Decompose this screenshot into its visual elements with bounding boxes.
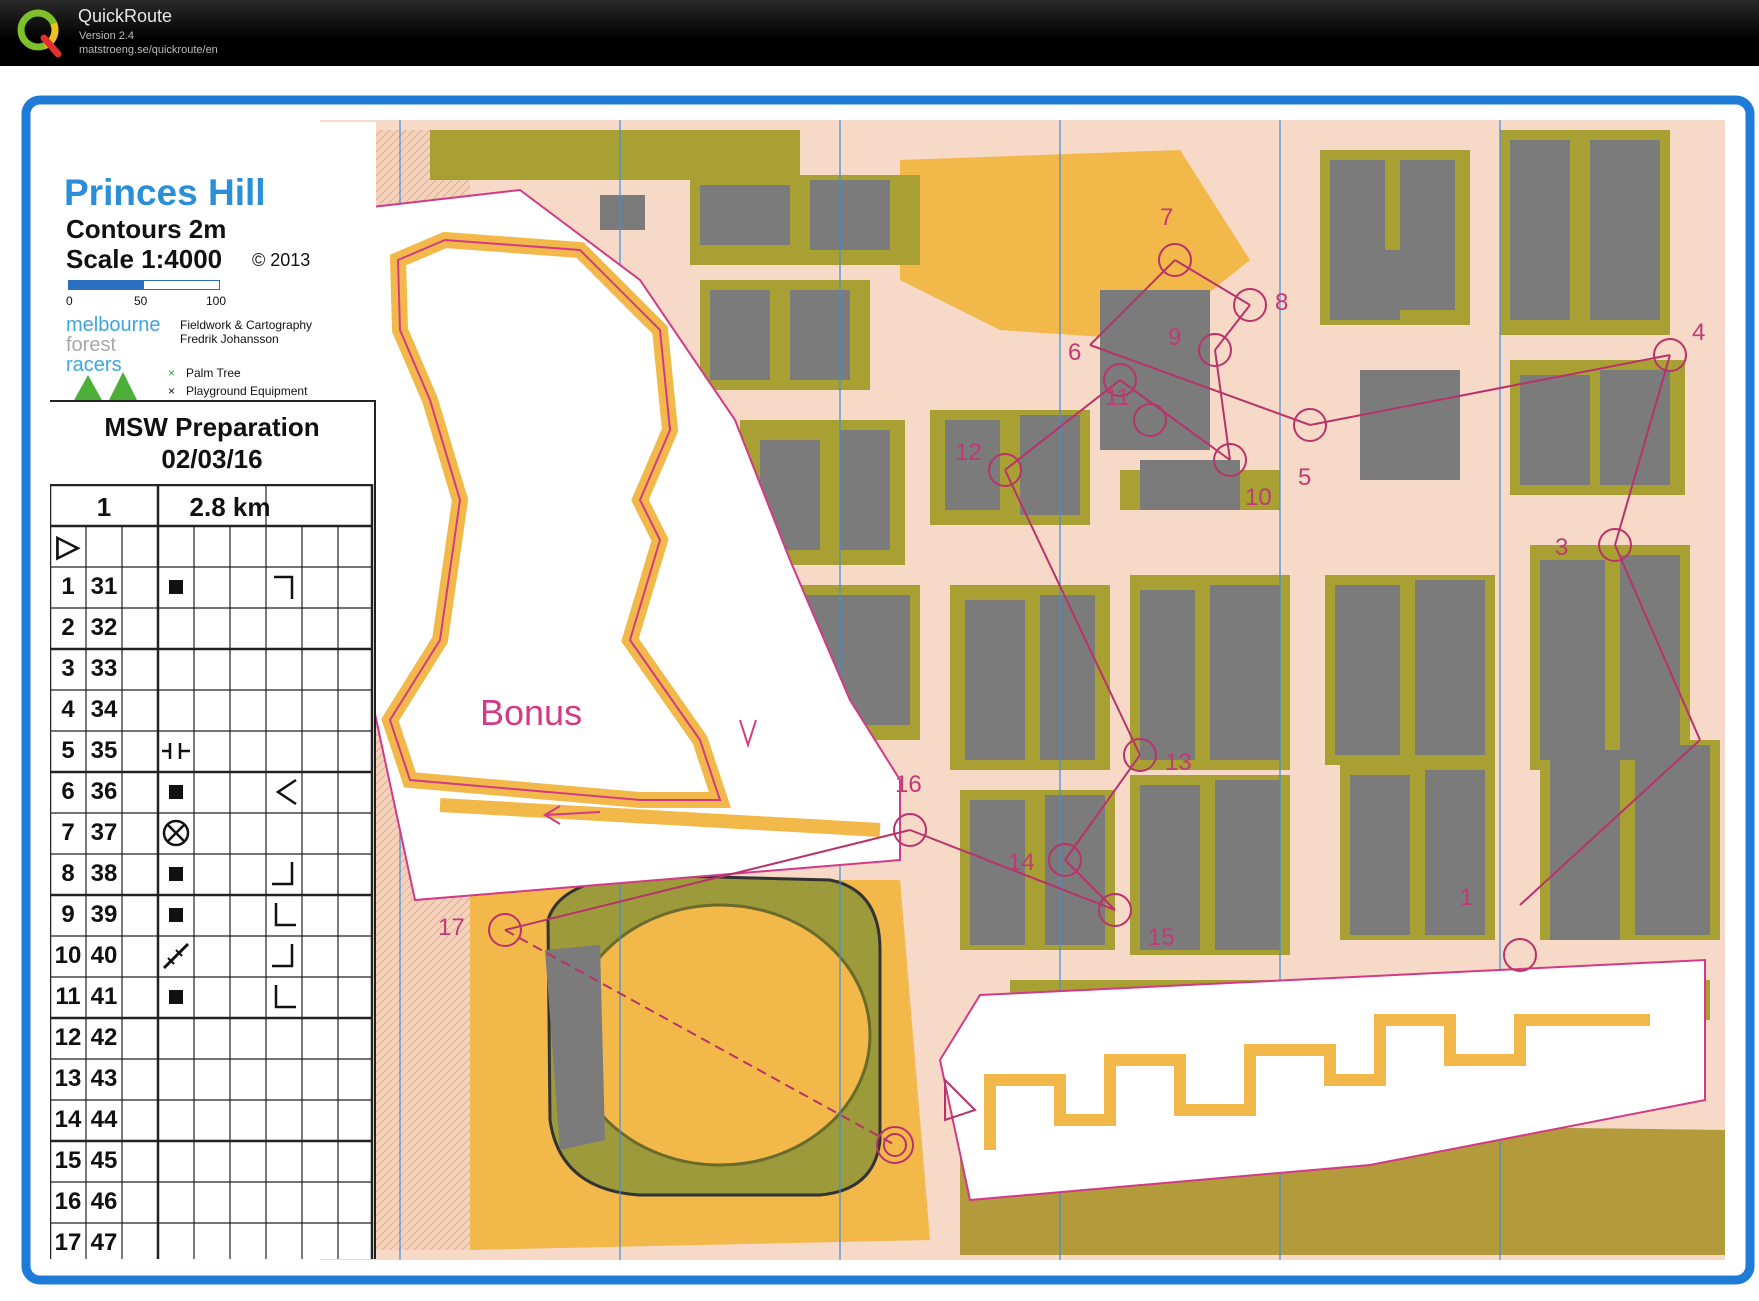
control-sequence-number: 10 xyxy=(50,942,86,970)
corner-detail-icon xyxy=(274,577,292,599)
stadium-field xyxy=(570,905,870,1165)
control-code: 42 xyxy=(86,1024,122,1052)
control-sequence-number: 13 xyxy=(50,1065,86,1093)
control-code: 36 xyxy=(86,778,122,806)
control-code: 37 xyxy=(86,819,122,847)
control-label-12: 12 xyxy=(955,439,982,466)
corner-detail-icon xyxy=(272,944,292,966)
building-symbol-icon xyxy=(169,908,183,922)
building-symbol-icon xyxy=(169,785,183,799)
control-code: 31 xyxy=(86,573,122,601)
copyright: © 2013 xyxy=(252,250,310,271)
scale-label: 0 xyxy=(66,294,73,308)
corner-detail-icon xyxy=(276,985,296,1007)
start-symbol: ▷ xyxy=(50,529,86,564)
control-label-7: 7 xyxy=(1160,204,1173,231)
contour-interval: Contours 2m xyxy=(66,214,226,245)
bonus-label: Bonus xyxy=(480,692,582,733)
control-sequence-number: 11 xyxy=(50,983,86,1011)
control-code: 32 xyxy=(86,614,122,642)
control-sequence-number: 5 xyxy=(50,737,86,765)
control-label-16: 16 xyxy=(895,771,922,798)
control-label-6: 6 xyxy=(1068,339,1081,366)
control-label-13: 13 xyxy=(1165,749,1192,776)
control-label-5: 5 xyxy=(1298,464,1311,491)
passage-symbol-icon xyxy=(162,743,190,759)
control-sequence-number: 14 xyxy=(50,1106,86,1134)
control-sequence-number: 4 xyxy=(50,696,86,724)
control-label-10: 10 xyxy=(1245,484,1272,511)
control-sequence-number: 3 xyxy=(50,655,86,683)
control-sequence-number: 17 xyxy=(50,1229,86,1257)
control-sequence-number: 6 xyxy=(50,778,86,806)
control-sequence-number: 8 xyxy=(50,860,86,888)
app-title: QuickRoute xyxy=(78,6,172,27)
map-title: Princes Hill xyxy=(64,172,266,214)
control-sequence-number: 15 xyxy=(50,1147,86,1175)
control-sequence-number: 1 xyxy=(50,573,86,601)
control-label-11: 11 xyxy=(1105,384,1130,411)
control-code: 43 xyxy=(86,1065,122,1093)
app-url[interactable]: matstroeng.se/quickroute/en xyxy=(79,44,218,56)
control-code: 34 xyxy=(86,696,122,724)
control-code: 46 xyxy=(86,1188,122,1216)
legend-symbol-palm-tree: ×Palm Tree xyxy=(168,366,241,380)
quickroute-logo-icon xyxy=(14,6,68,60)
control-code: 35 xyxy=(86,737,122,765)
scale-bar xyxy=(68,280,220,290)
control-code: 38 xyxy=(86,860,122,888)
control-label-14: 14 xyxy=(1008,849,1035,876)
angle-detail-icon xyxy=(278,780,296,804)
control-sequence-number: 2 xyxy=(50,614,86,642)
control-label-3: 3 xyxy=(1555,534,1568,561)
control-code: 44 xyxy=(86,1106,122,1134)
tree-logo-icon xyxy=(68,370,148,402)
course-length: 2.8 km xyxy=(158,492,302,523)
control-label-17: 17 xyxy=(438,914,465,941)
control-description-card: MSW Preparation 02/03/16 12.8 km▷1312323… xyxy=(50,400,376,1259)
credit-line: Fieldwork & Cartography xyxy=(180,318,312,332)
scale-label: 100 xyxy=(206,294,226,308)
corner-detail-icon xyxy=(272,862,292,884)
crossed-circle-symbol-icon xyxy=(168,825,184,841)
legend-symbol-playground: ×Playground Equipment xyxy=(168,384,307,398)
map-scale: Scale 1:4000 xyxy=(66,244,222,275)
control-code: 40 xyxy=(86,942,122,970)
control-code: 47 xyxy=(86,1229,122,1257)
building-symbol-icon xyxy=(169,580,183,594)
map-legend: Princes Hill Contours 2m Scale 1:4000 © … xyxy=(56,122,376,402)
control-code: 45 xyxy=(86,1147,122,1175)
course-number: 1 xyxy=(50,492,158,523)
credit-line: Fredrik Johansson xyxy=(180,332,279,346)
control-label-9: 9 xyxy=(1168,324,1181,351)
corner-detail-icon xyxy=(276,903,296,925)
control-sequence-number: 12 xyxy=(50,1024,86,1052)
building-symbol-icon xyxy=(169,867,183,881)
app-title-bar: QuickRoute Version 2.4 matstroeng.se/qui… xyxy=(0,0,1759,66)
control-label-15: 15 xyxy=(1148,924,1175,951)
control-label-1: 1 xyxy=(1460,884,1473,911)
scale-label: 50 xyxy=(134,294,147,308)
event-date: 02/03/16 xyxy=(50,444,374,475)
control-label-4: 4 xyxy=(1692,319,1705,346)
control-code: 33 xyxy=(86,655,122,683)
control-sequence-number: 9 xyxy=(50,901,86,929)
fence-symbol-icon xyxy=(164,944,188,968)
control-code: 39 xyxy=(86,901,122,929)
event-name: MSW Preparation xyxy=(50,412,374,443)
control-sequence-number: 16 xyxy=(50,1188,86,1216)
building-symbol-icon xyxy=(169,990,183,1004)
control-code: 41 xyxy=(86,983,122,1011)
control-label-8: 8 xyxy=(1275,289,1288,316)
app-version: Version 2.4 xyxy=(79,30,134,42)
control-sequence-number: 7 xyxy=(50,819,86,847)
